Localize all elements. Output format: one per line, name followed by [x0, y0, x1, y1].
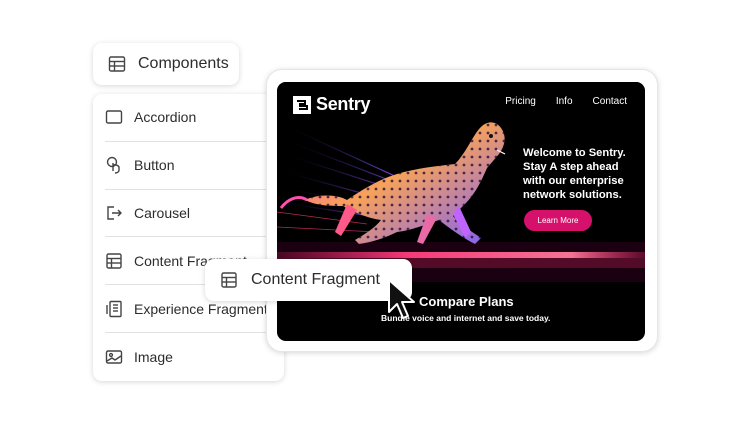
carousel-icon	[105, 204, 123, 222]
components-header-label: Components	[138, 55, 229, 72]
page-preview[interactable]: Sentry Pricing Info Contact Welcome to S…	[277, 82, 645, 341]
component-item-label: Carousel	[134, 204, 191, 221]
hero-line: with our enterprise	[523, 175, 624, 187]
image-icon	[105, 348, 123, 366]
hero-heading: Welcome to Sentry. Stay A step ahead wit…	[523, 146, 639, 202]
component-item-button[interactable]: Button	[105, 142, 272, 190]
learn-more-button[interactable]: Learn More	[524, 210, 592, 231]
component-item-accordion[interactable]: Accordion	[105, 94, 272, 142]
component-item-label: Button	[134, 157, 175, 174]
sentry-logo-icon	[293, 95, 311, 114]
brand-name: Sentry	[316, 94, 371, 114]
hero-line: Welcome to Sentry.	[523, 147, 626, 159]
experience-fragment-icon	[105, 300, 123, 318]
compare-plans-title: Compare Plans	[419, 294, 514, 309]
table-icon	[108, 55, 126, 73]
nav-pricing[interactable]: Pricing	[505, 96, 536, 107]
accordion-icon	[105, 108, 123, 126]
preview-nav: Pricing Info Contact	[505, 96, 627, 107]
drag-card-label: Content Fragment	[251, 271, 380, 288]
button-icon	[105, 156, 123, 174]
sentry-logo[interactable]: Sentry	[293, 94, 371, 115]
component-list: Accordion Button Carousel Content Fragme…	[93, 94, 284, 381]
component-item-label: Image	[134, 348, 173, 365]
component-item-label: Accordion	[134, 109, 197, 126]
components-header[interactable]: Components	[93, 43, 239, 85]
nav-info[interactable]: Info	[556, 96, 573, 107]
component-item-image[interactable]: Image	[105, 333, 272, 381]
component-item-carousel[interactable]: Carousel	[105, 190, 272, 238]
hero-line: Stay A step ahead	[523, 161, 619, 173]
content-fragment-icon	[105, 252, 123, 270]
component-item-label: Experience Fragment	[134, 300, 268, 317]
content-fragment-icon	[220, 271, 238, 289]
hero-line: network solutions.	[523, 189, 622, 201]
nav-contact[interactable]: Contact	[593, 96, 627, 107]
dragging-content-fragment[interactable]: Content Fragment	[205, 259, 412, 301]
mouse-pointer-icon	[388, 279, 415, 319]
